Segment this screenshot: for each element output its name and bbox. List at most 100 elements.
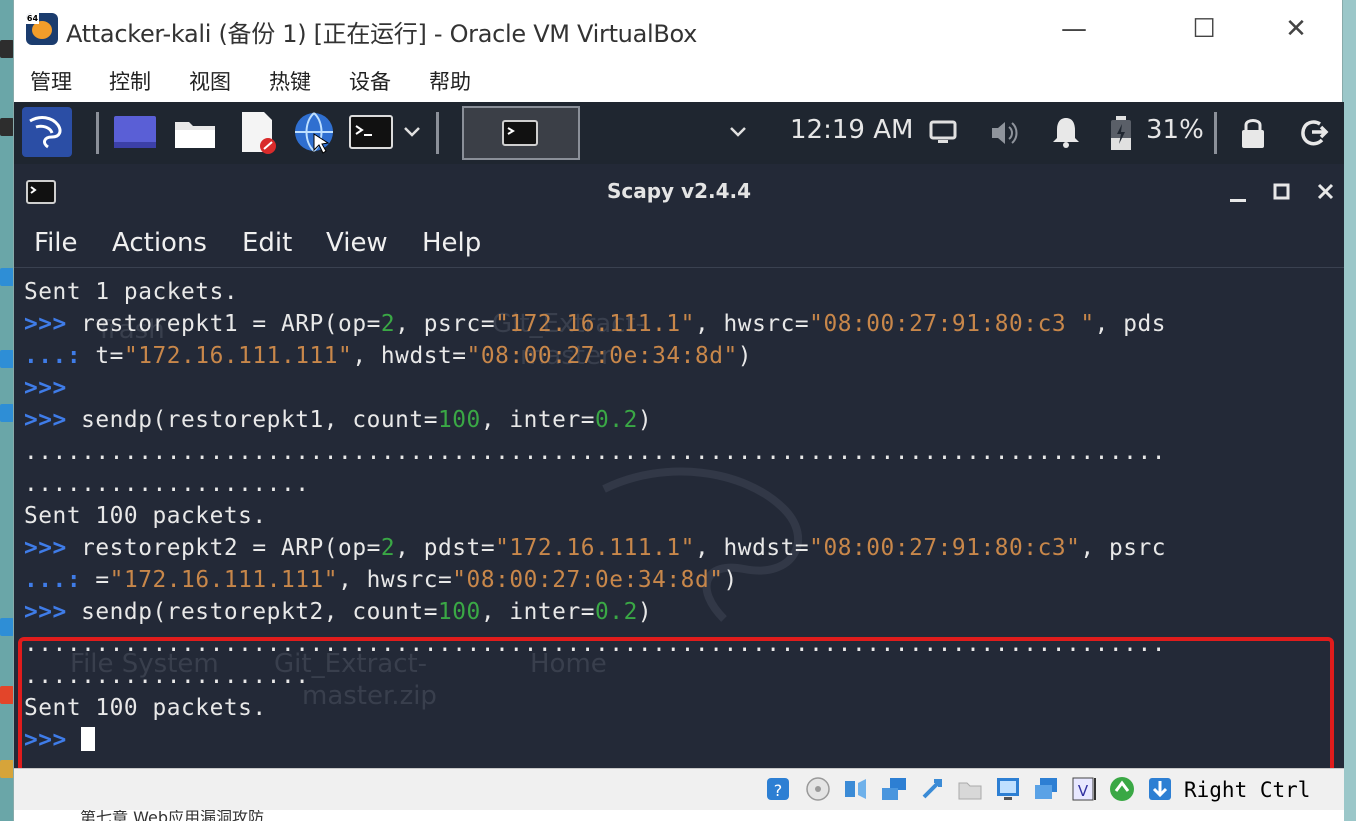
terminal-window: Scapy v2.4.4 File Actions Edit View Help… <box>14 164 1344 768</box>
display-icon[interactable] <box>928 118 958 148</box>
file-manager-icon[interactable] <box>172 112 218 152</box>
terminal-close-button[interactable] <box>1316 182 1336 202</box>
terminal-menu-file[interactable]: File <box>34 228 78 258</box>
terminal-line: ...: t="172.16.111.111", hwdst="08:00:27… <box>24 343 752 369</box>
maximize-button[interactable]: ☐ <box>1184 12 1224 46</box>
close-button[interactable]: ✕ <box>1276 12 1316 46</box>
terminal-minimize-button[interactable] <box>1228 188 1248 204</box>
prompt-marker: >>> <box>24 375 67 401</box>
terminal-titlebar[interactable]: Scapy v2.4.4 <box>14 164 1344 220</box>
terminal-text: , inter= <box>480 407 596 433</box>
terminal-text: = <box>81 567 110 593</box>
taskbar-terminal-button[interactable] <box>462 106 580 160</box>
terminal-text: "172.16.111.1" <box>495 535 695 561</box>
terminal-maximize-button[interactable] <box>1272 182 1292 202</box>
prompt-marker: ...: <box>24 343 82 369</box>
shared-folders-icon[interactable] <box>956 775 984 803</box>
menu-devices[interactable]: 设备 <box>349 66 391 96</box>
terminal-text: , inter= <box>480 599 596 625</box>
desktop-icon-fragment <box>0 268 14 286</box>
audio-icon[interactable] <box>842 775 870 803</box>
terminal-text: ) <box>637 599 653 625</box>
minimize-button[interactable]: — <box>1054 12 1094 46</box>
hard-disk-icon[interactable]: ? <box>764 775 792 803</box>
virtualbox-window: 64 Attacker-kali (备份 1) [正在运行] - Oracle … <box>13 0 1344 821</box>
menu-control[interactable]: 控制 <box>109 66 151 96</box>
volume-icon[interactable] <box>988 116 1022 150</box>
terminal-text: Sent 1 packets. <box>24 279 239 305</box>
desktop-icon-fragment <box>0 350 14 368</box>
show-desktop-icon[interactable] <box>112 112 158 152</box>
virtualbox-app-icon: 64 <box>26 13 58 45</box>
display-status-icon[interactable] <box>994 775 1022 803</box>
menu-manage[interactable]: 管理 <box>30 66 72 96</box>
terminal-text: "172.16.111.111" <box>109 567 339 593</box>
prompt-marker: >>> <box>24 535 67 561</box>
terminal-launcher-icon[interactable] <box>348 112 394 152</box>
menu-help[interactable]: 帮助 <box>429 66 471 96</box>
terminal-text: sendp(restorepkt2, count= <box>66 599 438 625</box>
logout-icon[interactable] <box>1298 116 1332 150</box>
menu-view[interactable]: 视图 <box>189 66 231 96</box>
terminal-text: restorepkt2 = ARP(op= <box>66 535 381 561</box>
terminal-menu-help[interactable]: Help <box>422 228 481 258</box>
mouse-integration-icon[interactable] <box>1146 775 1174 803</box>
terminal-menu-edit[interactable]: Edit <box>242 228 292 258</box>
guest-additions-icon[interactable] <box>1108 775 1136 803</box>
terminal-text: , psrc <box>1080 535 1167 561</box>
terminal-text: , hwsrc= <box>694 311 810 337</box>
svg-text:V: V <box>1078 782 1089 800</box>
lock-screen-icon[interactable] <box>1238 114 1268 150</box>
kali-menu-icon[interactable] <box>22 107 72 157</box>
panel-separator <box>436 112 439 154</box>
terminal-text: 0.2 <box>595 407 638 433</box>
terminal-text: 100 <box>437 407 481 433</box>
chevron-down-icon[interactable] <box>402 124 422 140</box>
terminal-menu-view[interactable]: View <box>326 228 388 258</box>
menu-hotkey[interactable]: 热键 <box>269 66 311 96</box>
network-icon[interactable] <box>880 775 908 803</box>
web-browser-icon[interactable] <box>292 110 338 156</box>
terminal-line: Sent 100 packets. <box>24 503 267 529</box>
background-window-text: 第七章 Web应用漏洞攻防 <box>80 810 264 821</box>
svg-text:?: ? <box>774 781 783 800</box>
terminal-line: >>> <box>24 375 67 401</box>
terminal-text: , psrc= <box>395 311 496 337</box>
notification-bell-icon[interactable] <box>1050 114 1082 150</box>
terminal-text: , hwdst= <box>352 343 467 369</box>
usb-icon[interactable] <box>918 775 946 803</box>
terminal-text: , hwsrc= <box>338 567 453 593</box>
text-editor-icon[interactable] <box>236 108 280 156</box>
recording-icon[interactable] <box>1032 775 1060 803</box>
panel-separator <box>96 112 99 154</box>
terminal-text: sendp(restorepkt1, count= <box>66 407 438 433</box>
prompt-marker: >>> <box>24 311 67 337</box>
terminal-text: .................... <box>24 471 310 497</box>
chevron-down-icon[interactable] <box>728 124 748 140</box>
terminal-text: , hwdst= <box>694 535 810 561</box>
desktop-icon-fragment <box>0 618 14 636</box>
terminal-line: >>> sendp(restorepkt1, count=100, inter=… <box>24 407 652 433</box>
terminal-output[interactable]: Trash Git_Extract- master File System Gi… <box>14 269 1344 768</box>
optical-drive-icon[interactable] <box>804 775 832 803</box>
terminal-menubar: File Actions Edit View Help <box>14 220 1344 268</box>
terminal-text: ) <box>737 343 753 369</box>
battery-icon[interactable] <box>1108 114 1134 152</box>
terminal-text: "08:00:27:0e:34:8d" <box>452 567 724 593</box>
window-titlebar[interactable]: 64 Attacker-kali (备份 1) [正在运行] - Oracle … <box>14 0 1342 58</box>
terminal-line: ...: ="172.16.111.111", hwsrc="08:00:27:… <box>24 567 738 593</box>
terminal-menu-actions[interactable]: Actions <box>112 228 207 258</box>
terminal-line: .................... <box>24 471 310 497</box>
terminal-text: "08:00:27:0e:34:8d" <box>466 343 738 369</box>
vbox-statusbar: ? V Right Ctrl <box>14 768 1344 810</box>
panel-clock[interactable]: 12:19 AM <box>790 115 913 145</box>
vt-x-icon[interactable]: V <box>1070 775 1098 803</box>
vbox-menubar: 管理 控制 视图 热键 设备 帮助 <box>14 58 1342 102</box>
terminal-text: restorepkt1 = ARP(op= <box>66 311 381 337</box>
prompt-marker: >>> <box>24 599 67 625</box>
terminal-line: >>> restorepkt2 = ARP(op=2, pdst="172.16… <box>24 535 1166 561</box>
battery-percent: 31% <box>1146 115 1204 145</box>
host-key-label: Right Ctrl <box>1184 778 1311 802</box>
terminal-text: ) <box>723 567 738 593</box>
desktop-icon-fragment <box>0 404 14 422</box>
